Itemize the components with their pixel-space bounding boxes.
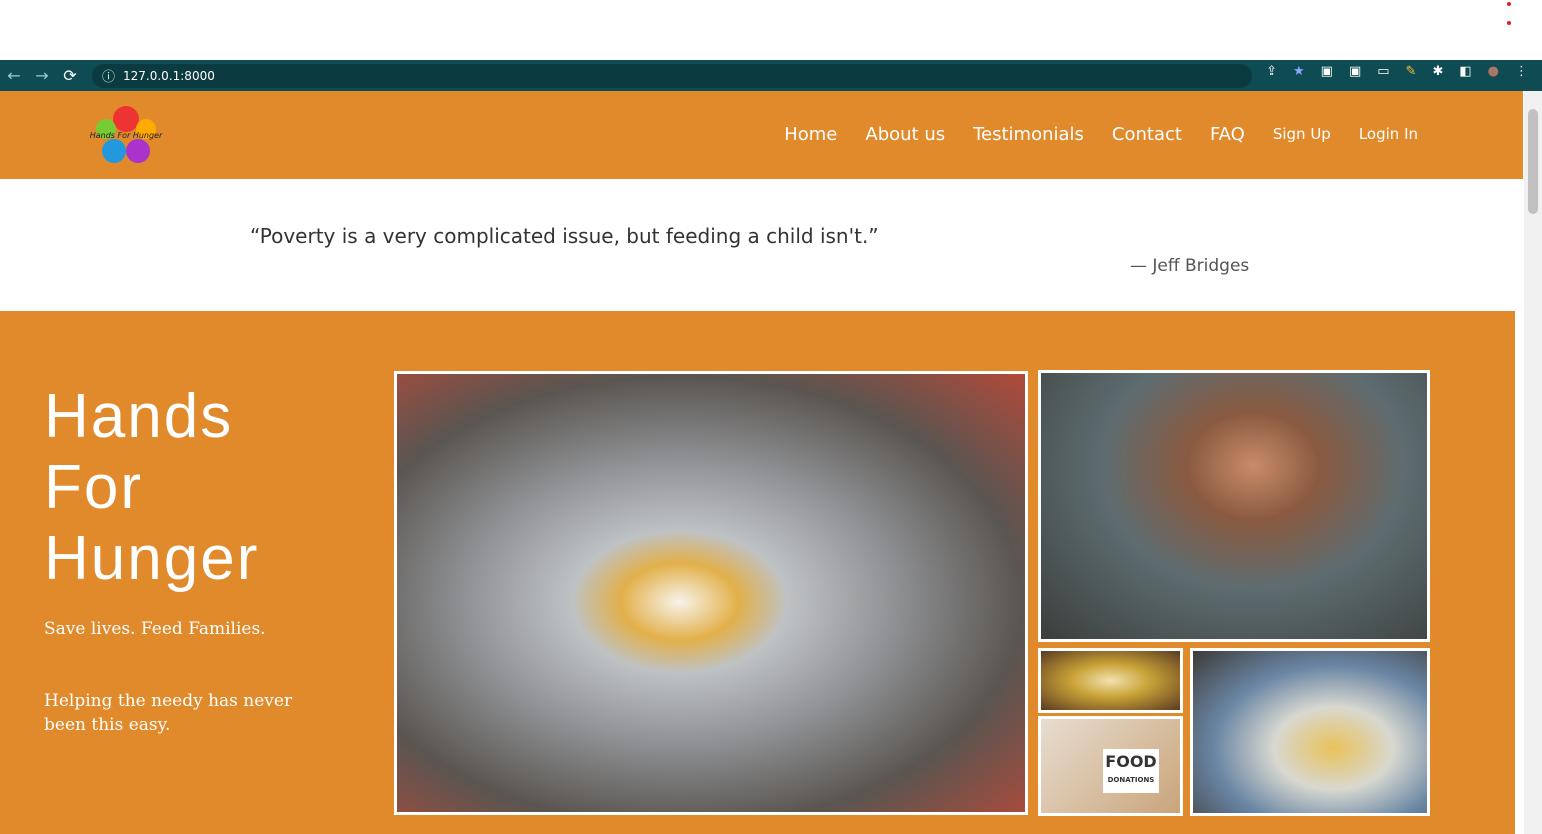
food-serving-image xyxy=(394,371,1028,815)
quote-author: — Jeff Bridges xyxy=(1130,256,1250,276)
meal-plate-image xyxy=(1038,648,1183,713)
hero-section: Hands For Hunger Save lives. Feed Famili… xyxy=(0,311,1515,834)
quote-text: “Poverty is a very complicated issue, bu… xyxy=(250,224,879,248)
nav-signup[interactable]: Sign Up xyxy=(1273,125,1331,145)
reload-icon[interactable]: ⟳ xyxy=(56,66,84,85)
volunteers-packing-image xyxy=(1190,648,1430,816)
main-nav: Home About us Testimonials Contact FAQ S… xyxy=(784,124,1418,145)
scrollbar-thumb[interactable] xyxy=(1528,109,1538,214)
hero-title-line: Hunger xyxy=(44,524,260,593)
food-label: FOOD xyxy=(1105,752,1157,771)
food-donations-image: FOOD DONATIONS xyxy=(1038,716,1183,816)
svg-text:Hands For Hunger: Hands For Hunger xyxy=(90,131,163,140)
extension-icon[interactable]: ▣ xyxy=(1321,64,1333,79)
sidepanel-icon[interactable]: ◧ xyxy=(1459,64,1471,79)
extension-icon[interactable]: ▭ xyxy=(1377,64,1389,79)
smiling-child-image xyxy=(1038,370,1430,642)
forward-icon[interactable]: → xyxy=(28,66,56,85)
donations-label: DONATIONS xyxy=(1107,776,1155,784)
hero-tagline: Save lives. Feed Families. xyxy=(44,619,266,639)
avatar[interactable]: ● xyxy=(1488,64,1499,79)
share-icon[interactable]: ⇪ xyxy=(1266,64,1277,79)
nav-contact[interactable]: Contact xyxy=(1112,124,1182,145)
nav-login[interactable]: Login In xyxy=(1359,125,1418,145)
nav-testimonials[interactable]: Testimonials xyxy=(973,124,1084,145)
kebab-menu-icon[interactable]: ⋮ xyxy=(1515,64,1528,79)
address-bar[interactable]: ⓘ 127.0.0.1:8000 xyxy=(92,63,1252,88)
star-icon[interactable]: ★ xyxy=(1293,64,1305,79)
food-donations-label: FOOD DONATIONS xyxy=(1103,749,1159,793)
hero-title-line: Hands xyxy=(44,382,234,451)
hero-subtext: Helping the needy has never been this ea… xyxy=(44,691,293,735)
logo[interactable]: Hands For Hunger xyxy=(88,97,164,173)
info-icon: ⓘ xyxy=(102,70,116,85)
hero-title: Hands For Hunger xyxy=(44,381,259,594)
nav-faq[interactable]: FAQ xyxy=(1210,124,1245,145)
nav-about[interactable]: About us xyxy=(865,124,945,145)
scrollbar[interactable] xyxy=(1524,91,1542,834)
menu-dot xyxy=(1507,21,1511,25)
nav-home[interactable]: Home xyxy=(784,124,837,145)
puzzle-icon[interactable]: ✱ xyxy=(1432,64,1443,79)
site-header: Hands For Hunger Home About us Testimoni… xyxy=(0,91,1523,179)
extension-icon[interactable]: ▣ xyxy=(1349,64,1361,79)
back-icon[interactable]: ← xyxy=(0,66,28,85)
extension-icon[interactable]: ✎ xyxy=(1406,64,1417,79)
browser-toolbar: ← → ⟳ ⓘ 127.0.0.1:8000 ⇪ ★ ▣ ▣ ▭ ✎ ✱ ◧ ●… xyxy=(0,60,1542,91)
menu-dot xyxy=(1507,2,1511,6)
hero-title-line: For xyxy=(44,453,143,522)
url-text[interactable]: 127.0.0.1:8000 xyxy=(123,69,215,83)
